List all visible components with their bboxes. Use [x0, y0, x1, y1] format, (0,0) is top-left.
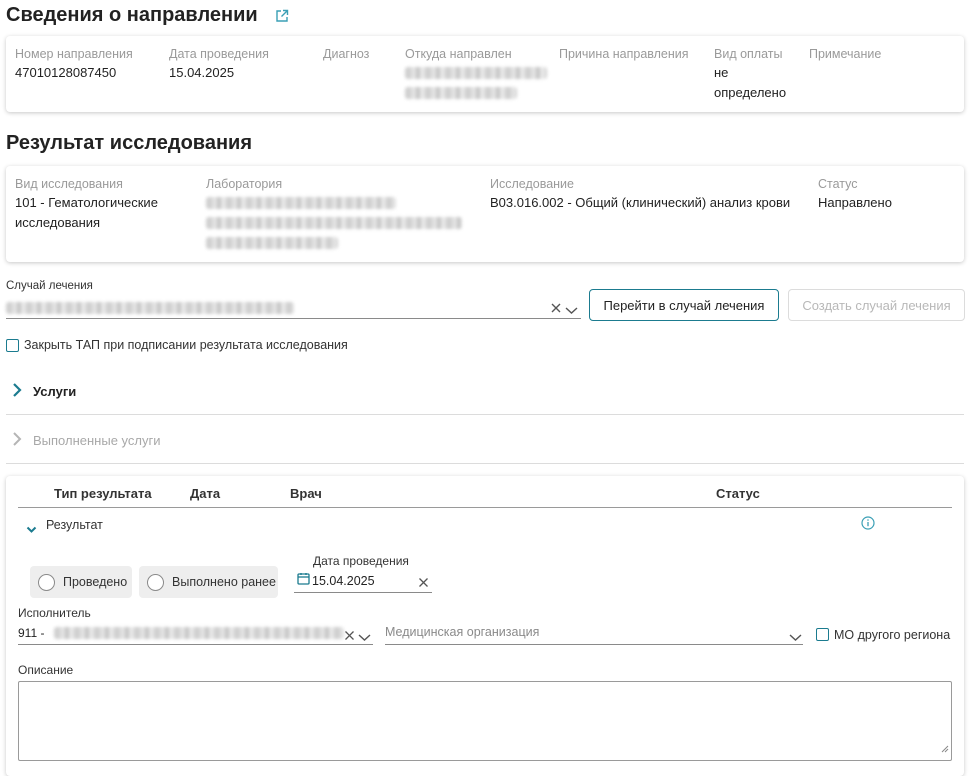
create-case-button[interactable]: Создать случай лечения: [788, 289, 965, 321]
result-date-underline: [294, 592, 432, 593]
done-services-section-header[interactable]: Выполненные услуги: [6, 425, 964, 455]
section-divider-2: [6, 463, 964, 464]
th-doctor: Врач: [290, 486, 322, 501]
result-date-label: Дата проведения: [313, 554, 409, 568]
resize-handle-icon[interactable]: [941, 740, 949, 758]
radio-done[interactable]: Проведено: [30, 566, 132, 598]
result-row[interactable]: Результат: [18, 514, 952, 538]
services-section-header[interactable]: Услуги: [6, 376, 964, 406]
referral-date-label: Дата проведения: [169, 47, 269, 61]
th-status: Статус: [716, 486, 760, 501]
referral-diagnosis-label: Диагноз: [323, 47, 370, 61]
research-lab-redacted-2: [206, 217, 462, 229]
research-study-value: B03.016.002 - Общий (клинический) анализ…: [490, 195, 791, 210]
th-date: Дата: [190, 486, 221, 501]
radio-done-circle: [38, 573, 55, 591]
external-link-icon[interactable]: [275, 9, 289, 28]
case-select[interactable]: [6, 296, 581, 319]
referral-number-value: 47010128087450: [15, 65, 117, 80]
description-textarea[interactable]: [18, 681, 952, 761]
research-status-value: Направлено: [818, 195, 892, 210]
chevron-right-icon: [12, 431, 22, 452]
med-org-placeholder: Медицинская организация: [385, 625, 540, 639]
executor-label: Исполнитель: [18, 606, 91, 620]
referral-card: Номер направления 47010128087450 Дата пр…: [6, 36, 964, 112]
info-icon[interactable]: [861, 516, 875, 535]
executor-redacted-value: [54, 627, 344, 639]
services-label: Услуги: [33, 384, 77, 399]
other-region-checkbox[interactable]: [816, 628, 829, 641]
chevron-right-icon: [12, 382, 22, 403]
research-lab-redacted-3: [206, 237, 338, 249]
research-type-label: Вид исследования: [15, 177, 123, 191]
referral-date-value: 15.04.2025: [169, 65, 235, 80]
result-card: Тип результата Дата Врач Статус Результа…: [6, 476, 964, 776]
close-tap-label: Закрыть ТАП при подписании результата ис…: [24, 338, 348, 352]
research-study-label: Исследование: [490, 177, 574, 191]
med-org-underline: [385, 644, 803, 645]
case-select-underline: [6, 318, 581, 319]
other-region-label: МО другого региона: [834, 628, 951, 642]
research-type-value: 101 - Гематологические исследования: [15, 195, 158, 230]
radio-done-earlier[interactable]: Выполнено ранее: [139, 566, 278, 598]
research-lab-redacted-1: [206, 197, 396, 209]
referral-payment-value: не определено: [714, 65, 787, 100]
research-lab-label: Лаборатория: [206, 177, 283, 191]
case-label: Случай лечения: [6, 280, 93, 292]
calendar-icon[interactable]: [297, 572, 310, 590]
radio-done-earlier-label: Выполнено ранее: [172, 575, 276, 589]
done-services-label: Выполненные услуги: [33, 433, 161, 448]
research-title: Результат исследования: [6, 132, 252, 154]
referral-title: Сведения о направлении: [6, 4, 258, 26]
med-org-select[interactable]: Медицинская организация: [385, 623, 803, 645]
description-label: Описание: [18, 663, 74, 677]
executor-prefix: 911 -: [18, 626, 45, 640]
result-row-label: Результат: [46, 518, 103, 532]
chevron-down-icon: [26, 521, 37, 539]
clear-icon[interactable]: [550, 301, 562, 319]
table-header-divider: [18, 507, 952, 508]
radio-done-earlier-circle: [147, 573, 164, 591]
referral-from-redacted-2: [405, 87, 517, 99]
close-tap-checkbox[interactable]: [6, 339, 19, 352]
referral-from-label: Откуда направлен: [405, 47, 512, 61]
research-card: Вид исследования 101 - Гематологические …: [6, 166, 964, 262]
th-type: Тип результата: [54, 486, 152, 501]
clear-icon[interactable]: [418, 575, 429, 593]
referral-payment-label: Вид оплаты: [714, 47, 783, 61]
referral-from-redacted-1: [405, 67, 547, 79]
executor-underline: [18, 644, 373, 645]
section-divider-1: [6, 414, 964, 415]
radio-done-label: Проведено: [63, 575, 128, 589]
executor-select[interactable]: 911 -: [18, 623, 373, 645]
referral-number-label: Номер направления: [15, 47, 133, 61]
result-date-value: 15.04.2025: [312, 574, 375, 588]
result-date-input[interactable]: 15.04.2025: [294, 571, 432, 593]
goto-case-button[interactable]: Перейти в случай лечения: [589, 289, 779, 321]
research-status-label: Статус: [818, 177, 858, 191]
referral-reason-label: Причина направления: [559, 47, 689, 61]
case-select-redacted-value: [6, 302, 294, 314]
referral-note-label: Примечание: [809, 47, 882, 61]
